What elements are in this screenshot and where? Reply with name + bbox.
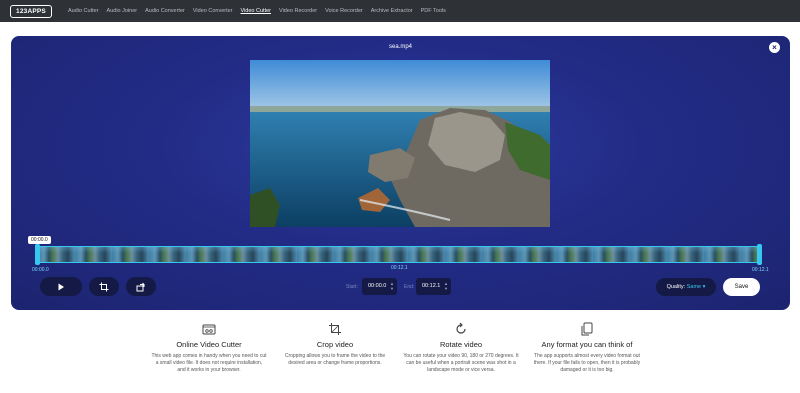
end-time-label: End: xyxy=(404,284,415,290)
feature-online-video-cutter: Online Video Cutter This web app comes i… xyxy=(151,322,267,375)
editor-panel: sea.mp4 × 00:00.0 00:00.0 00:12.1 00:12.… xyxy=(11,36,790,310)
crop-icon xyxy=(99,282,109,291)
app-nav: Audio Cutter Audio Joiner Audio Converte… xyxy=(64,0,450,22)
nav-item-voice-recorder[interactable]: Voice Recorder xyxy=(321,0,367,22)
chevron-down-icon: ▾ xyxy=(702,284,706,290)
timeline-end-label: 00:12.1 xyxy=(752,267,769,273)
timeline-start-handle[interactable] xyxy=(35,244,40,265)
feature-description: Cropping allows you to frame the video t… xyxy=(284,353,386,367)
nav-item-pdf-tools[interactable]: PDF Tools xyxy=(417,0,450,22)
top-navigation-bar: 123APPS Audio Cutter Audio Joiner Audio … xyxy=(0,0,800,22)
rotate-icon xyxy=(136,282,145,291)
nav-item-audio-joiner[interactable]: Audio Joiner xyxy=(103,0,142,22)
rotate-icon xyxy=(456,322,466,334)
video-preview[interactable] xyxy=(250,60,550,227)
timeline-end-handle[interactable] xyxy=(757,244,762,265)
timeline-mid-label: 00:12.1 xyxy=(391,265,408,271)
quality-select[interactable]: Quality: Same ▾ xyxy=(656,278,716,296)
file-name: sea.mp4 xyxy=(388,44,412,50)
quality-label: Quality: xyxy=(666,284,686,290)
nav-item-video-recorder[interactable]: Video Recorder xyxy=(275,0,321,22)
crop-button[interactable] xyxy=(89,277,119,296)
feature-title: Online Video Cutter xyxy=(176,340,242,349)
feature-description: You can rotate your video 90, 180 or 270… xyxy=(403,353,519,374)
feature-description: This web app comes in handy when you nee… xyxy=(151,353,267,374)
rotate-button[interactable] xyxy=(126,277,156,296)
feature-rotate-video: Rotate video You can rotate your video 9… xyxy=(403,322,519,375)
nav-item-audio-cutter[interactable]: Audio Cutter xyxy=(64,0,103,22)
nav-item-video-cutter[interactable]: Video Cutter xyxy=(237,0,275,22)
feature-title: Any format you can think of xyxy=(541,340,633,349)
play-button[interactable] xyxy=(40,277,82,296)
timeline-cursor-time: 00:00.0 xyxy=(28,236,51,244)
timeline-track[interactable] xyxy=(38,246,760,263)
end-time-stepper-icon[interactable]: ▲ ▼ xyxy=(444,281,448,291)
nav-item-audio-converter[interactable]: Audio Converter xyxy=(141,0,189,22)
nav-item-video-converter[interactable]: Video Converter xyxy=(189,0,237,22)
start-time-field[interactable]: 00:00.0 ▲ ▼ xyxy=(362,278,397,295)
timeline-start-label: 00:00.0 xyxy=(32,267,49,273)
crop-icon xyxy=(329,323,341,335)
end-time-field[interactable]: 00:12.1 ▲ ▼ xyxy=(416,278,451,295)
copy-icon xyxy=(581,322,593,336)
end-time-value: 00:12.1 xyxy=(422,283,441,289)
video-frame-sea-cliff xyxy=(250,60,550,227)
nav-item-archive-extractor[interactable]: Archive Extractor xyxy=(367,0,417,22)
feature-crop-video: Crop video Cropping allows you to frame … xyxy=(277,322,393,367)
save-button[interactable]: Save xyxy=(723,278,760,296)
feature-title: Rotate video xyxy=(439,340,483,349)
site-logo[interactable]: 123APPS xyxy=(10,4,52,18)
close-icon[interactable]: × xyxy=(769,42,780,53)
start-time-label: Start: xyxy=(346,284,358,290)
feature-title: Crop video xyxy=(316,340,354,349)
start-time-value: 00:00.0 xyxy=(368,283,387,289)
feature-description: The app supports almost every video form… xyxy=(533,353,641,374)
play-icon xyxy=(58,283,64,290)
quality-value: Same xyxy=(686,284,702,290)
video-cut-icon xyxy=(202,324,216,335)
start-time-stepper-icon[interactable]: ▲ ▼ xyxy=(390,281,394,291)
feature-any-format: Any format you can think of The app supp… xyxy=(529,322,645,375)
